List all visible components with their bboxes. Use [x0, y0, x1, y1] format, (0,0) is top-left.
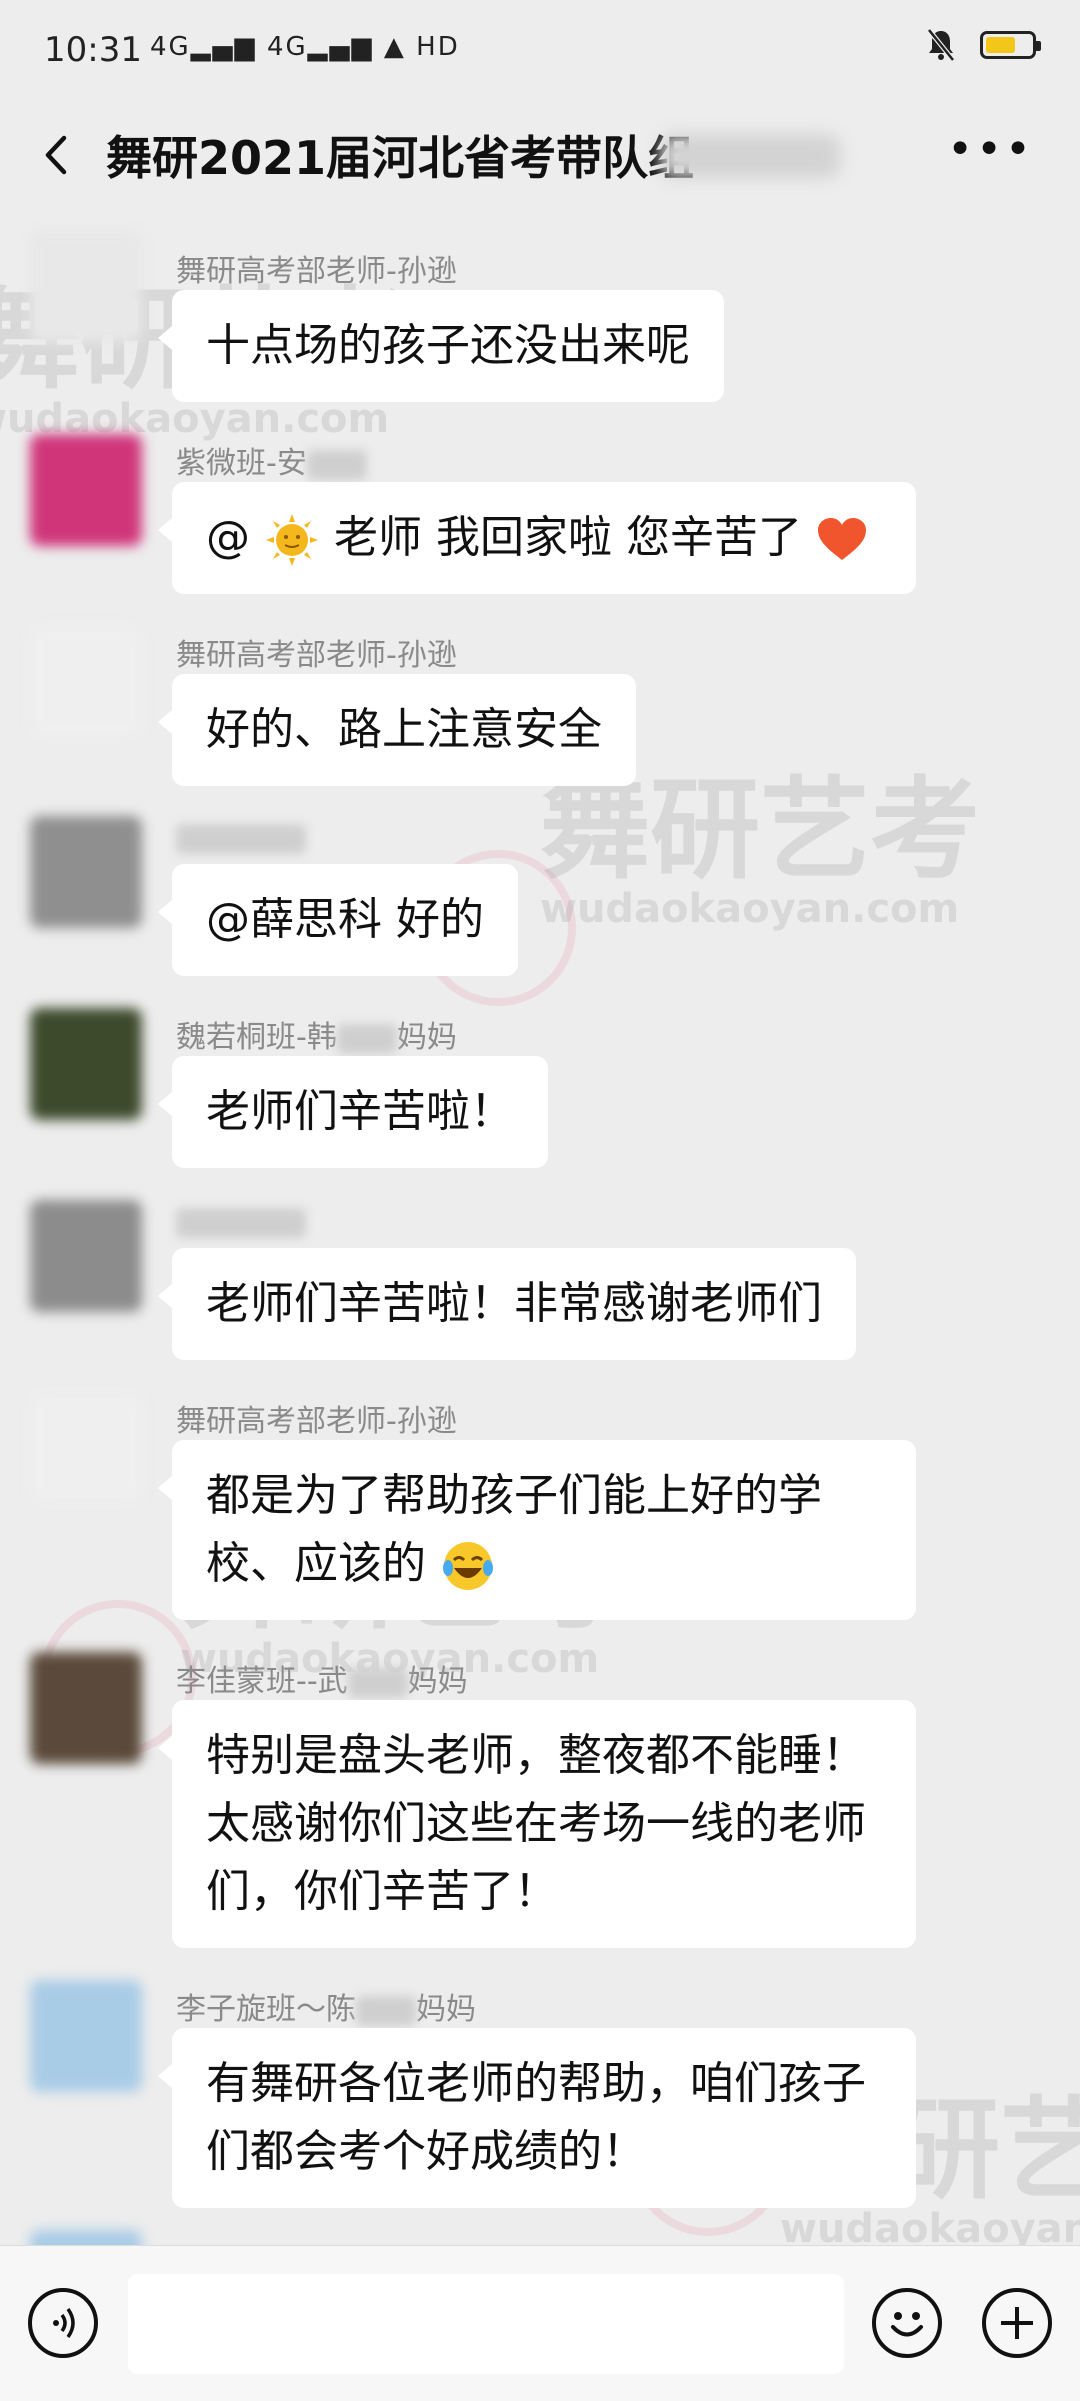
- tears-of-joy-emoji-icon: [443, 1542, 493, 1590]
- more-functions-button[interactable]: [982, 2288, 1052, 2358]
- avatar[interactable]: [30, 1392, 142, 1504]
- message-bubble[interactable]: 特别是盘头老师，整夜都不能睡！太感谢你们这些在考场一线的老师们，你们辛苦了！: [158, 1700, 916, 1948]
- sun-face-emoji-icon: [266, 514, 318, 566]
- mute-bell-icon: [927, 28, 955, 62]
- avatar[interactable]: [30, 1980, 142, 2092]
- avatar[interactable]: [30, 1200, 142, 1312]
- name-blur-mask: [176, 1207, 306, 1238]
- chat-header: 舞研2021届河北省考带队组 •••: [0, 100, 1080, 210]
- message-bubble[interactable]: @薛思科 好的: [158, 864, 518, 976]
- sender-name: 李佳蒙班--武 妈妈: [176, 1664, 468, 1699]
- message-text: 都是为了帮助孩子们能上好的学校、应该的: [206, 1470, 822, 1589]
- sender-name: 紫微班-安: [176, 438, 367, 482]
- avatar[interactable]: [30, 626, 142, 738]
- plus-icon: [1001, 2307, 1033, 2339]
- sender-name: [176, 1204, 306, 1239]
- message-text: 老师 我回家啦 您辛苦了: [334, 512, 802, 563]
- signal-indicators: 4G▂▄▆ 4G▂▄▆ ▲ HD: [150, 32, 460, 62]
- battery-icon: [980, 31, 1041, 59]
- chat-title: 舞研2021届河北省考带队组: [106, 131, 695, 185]
- message-input[interactable]: [128, 2274, 844, 2374]
- status-bar: 10:31 4G▂▄▆ 4G▂▄▆ ▲ HD: [0, 0, 1080, 100]
- avatar[interactable]: [30, 230, 142, 342]
- title-blur-mask: [660, 134, 840, 178]
- avatar[interactable]: [30, 1652, 142, 1764]
- avatar[interactable]: [30, 2230, 142, 2245]
- avatar[interactable]: [30, 434, 142, 546]
- message-bubble[interactable]: 好的、路上注意安全: [158, 674, 636, 786]
- back-arrow-icon[interactable]: [34, 130, 84, 180]
- status-time: 10:31: [44, 30, 142, 70]
- name-blur-mask: [306, 449, 367, 480]
- message-bubble[interactable]: @ 老师 我回家啦 您辛苦了: [158, 482, 916, 594]
- message-bubble[interactable]: 十点场的孩子还没出来呢: [158, 290, 724, 402]
- sender-name: 李子旋班～陈 妈妈: [176, 1992, 476, 2027]
- message-bubble[interactable]: 老师们辛苦啦！: [158, 1056, 548, 1168]
- input-bar: [0, 2245, 1080, 2401]
- name-blur-mask: [176, 823, 306, 854]
- more-options-icon[interactable]: •••: [947, 128, 1034, 172]
- message-bubble[interactable]: 都是为了帮助孩子们能上好的学校、应该的: [158, 1440, 916, 1620]
- name-blur-mask: [347, 1667, 408, 1698]
- name-blur-mask: [336, 1023, 397, 1054]
- smiley-icon: [891, 2312, 923, 2337]
- mention-symbol: @: [206, 512, 250, 563]
- voice-wave-icon: [53, 2307, 75, 2339]
- sender-name: 舞研高考部老师-孙逊: [176, 1404, 457, 1439]
- voice-input-button[interactable]: [28, 2288, 98, 2358]
- avatar[interactable]: [30, 816, 142, 928]
- name-blur-mask: [356, 1995, 416, 2026]
- sender-name: 舞研高考部老师-孙逊: [176, 638, 457, 673]
- message-bubble[interactable]: 有舞研各位老师的帮助，咱们孩子们都会考个好成绩的！: [158, 2028, 916, 2208]
- heart-emoji-icon: [817, 518, 866, 560]
- emoji-button[interactable]: [872, 2288, 942, 2358]
- sender-name: 魏若桐班-韩 妈妈: [176, 1020, 457, 1055]
- message-list[interactable]: 舞研艺考 wudaokaoyan.com 舞研艺考 wudaokaoyan.co…: [0, 210, 1080, 2245]
- sender-name: [176, 820, 306, 855]
- avatar[interactable]: [30, 1008, 142, 1120]
- message-bubble[interactable]: 老师们辛苦啦！非常感谢老师们: [158, 1248, 856, 1360]
- sender-name: 舞研高考部老师-孙逊: [176, 254, 457, 289]
